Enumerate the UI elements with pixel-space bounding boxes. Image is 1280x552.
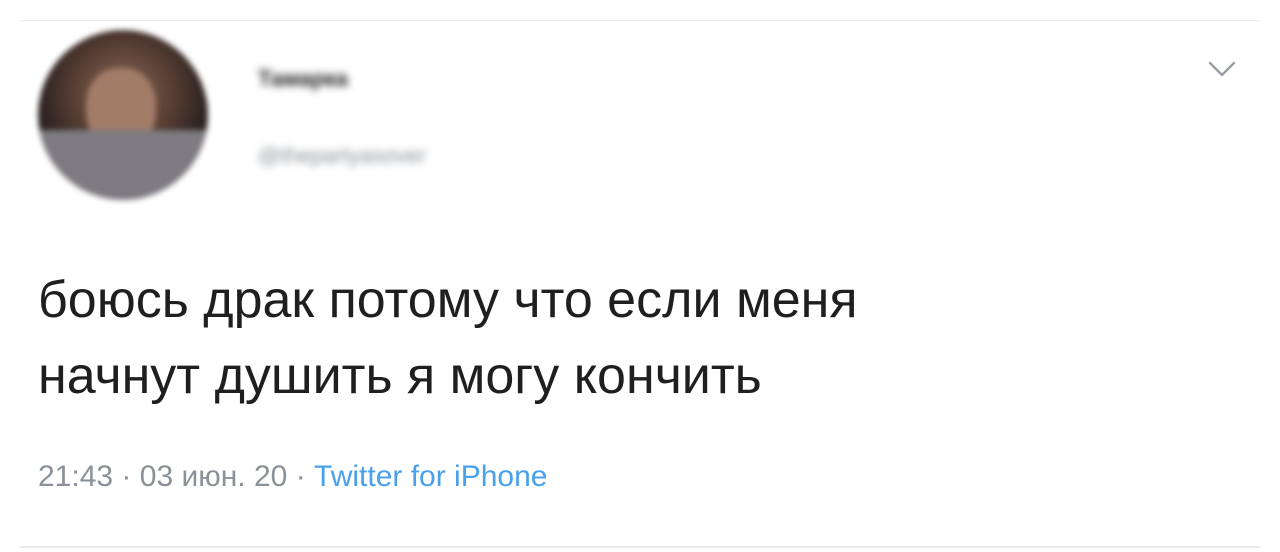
tweet-source-link[interactable]: Twitter for iPhone bbox=[314, 460, 547, 493]
tweet-time[interactable]: 21:43 bbox=[38, 460, 113, 493]
divider-bottom bbox=[20, 546, 1260, 548]
user-handle[interactable]: @thepartyasover bbox=[258, 143, 426, 169]
tweet-text-line: начнут душить я могу кончить bbox=[38, 347, 762, 405]
tweet-meta: 21:43 · 03 июн. 20 · Twitter for iPhone bbox=[38, 460, 547, 494]
avatar-clothing bbox=[38, 130, 208, 200]
tweet-card: Тамарка @thepartyasover боюсь драк потом… bbox=[0, 0, 1280, 552]
display-name[interactable]: Тамарка bbox=[258, 66, 348, 92]
tweet-text: боюсь драк потому что если меня начнут д… bbox=[38, 262, 1238, 414]
chevron-down-icon[interactable] bbox=[1206, 58, 1238, 80]
meta-separator: · bbox=[121, 460, 132, 493]
tweet-text-line: боюсь драк потому что если меня bbox=[38, 271, 858, 329]
meta-separator: · bbox=[295, 460, 306, 493]
divider-top bbox=[20, 20, 1260, 21]
avatar[interactable] bbox=[38, 30, 208, 200]
tweet-date[interactable]: 03 июн. 20 bbox=[140, 460, 288, 493]
